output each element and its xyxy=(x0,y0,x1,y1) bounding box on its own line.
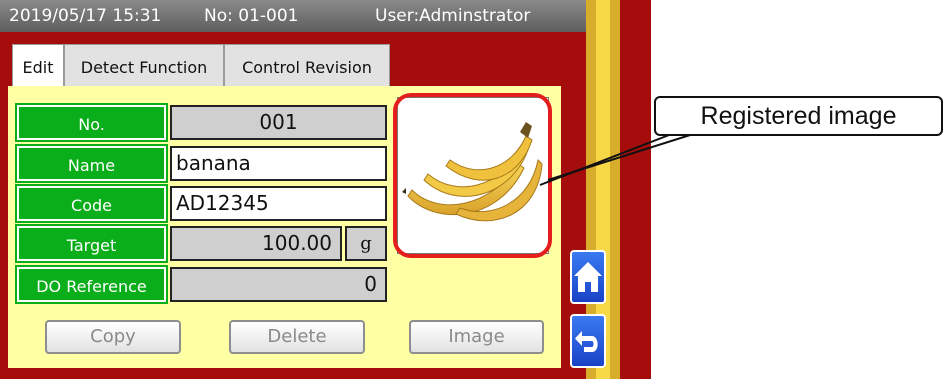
tab-edit[interactable]: Edit xyxy=(12,44,64,88)
home-button[interactable] xyxy=(570,250,606,304)
home-icon xyxy=(574,262,602,292)
name-label: Name xyxy=(15,144,168,183)
no-value: 001 xyxy=(170,105,387,140)
device-screen: 2019/05/17 15:31 No: 01-001 User:Adminst… xyxy=(0,0,651,379)
title-bar: 2019/05/17 15:31 No: 01-001 User:Adminst… xyxy=(0,0,586,32)
tab-control-revision[interactable]: Control Revision xyxy=(224,44,390,87)
record-no-text: No: 01-001 xyxy=(204,6,299,26)
target-unit: g xyxy=(345,226,387,261)
image-highlight-box xyxy=(393,93,552,258)
image-button[interactable]: Image xyxy=(409,320,544,354)
user-text: User:Adminstrator xyxy=(375,6,531,26)
registered-image-callout: Registered image xyxy=(654,96,943,136)
code-label: Code xyxy=(15,184,168,223)
name-field[interactable]: banana xyxy=(170,146,387,181)
target-label: Target xyxy=(15,224,168,263)
datetime-text: 2019/05/17 15:31 xyxy=(9,6,162,26)
tab-detect-function[interactable]: Detect Function xyxy=(64,44,224,87)
return-arrow-icon xyxy=(575,331,598,352)
copy-button[interactable]: Copy xyxy=(45,320,181,354)
do-reference-value: 0 xyxy=(170,267,387,302)
tab-strip: Edit Detect Function Control Revision xyxy=(12,44,390,88)
back-button[interactable] xyxy=(570,314,606,368)
delete-button[interactable]: Delete xyxy=(229,320,365,354)
do-reference-label: DO Reference xyxy=(15,265,168,304)
target-field[interactable]: 100.00 xyxy=(170,226,342,261)
no-label: No. xyxy=(15,103,168,142)
code-field[interactable]: AD12345 xyxy=(170,186,387,221)
decor-stripe xyxy=(610,0,620,379)
